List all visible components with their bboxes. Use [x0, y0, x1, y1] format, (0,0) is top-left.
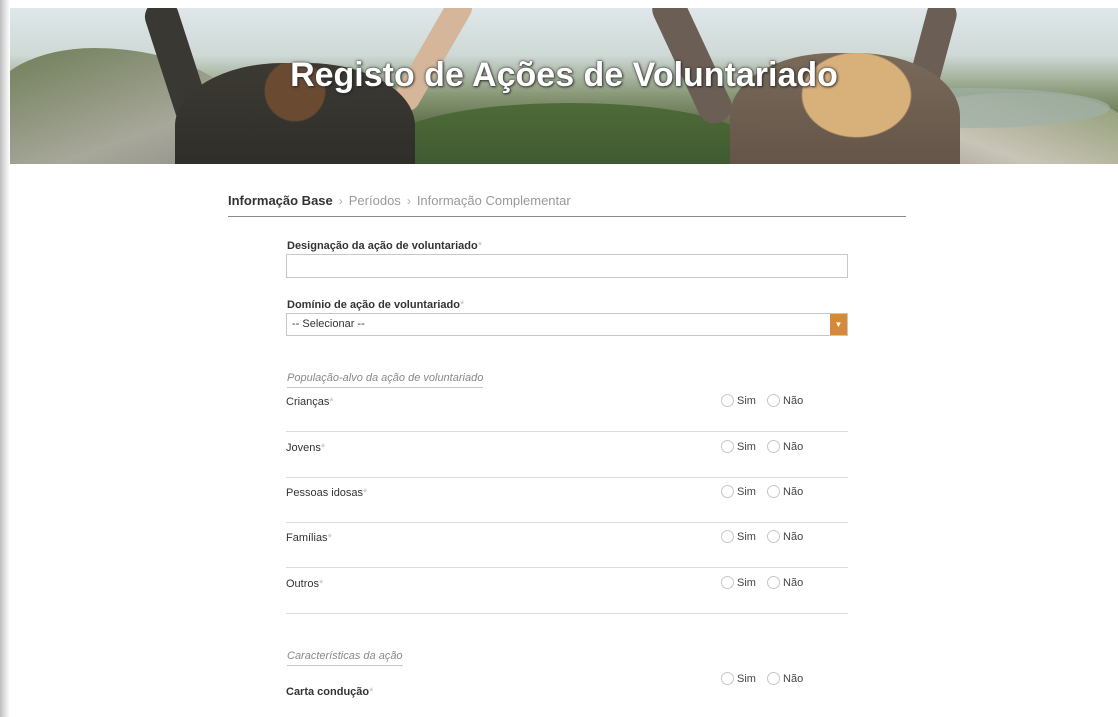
- header-banner: Registo de Ações de Voluntariado: [10, 8, 1118, 164]
- question-label: Jovens*: [286, 442, 326, 454]
- breadcrumb: Informação Base › Períodos › Informação Comp…: [228, 193, 906, 217]
- banner-scenery: [390, 103, 750, 164]
- radio-group: Sim Não: [721, 530, 811, 546]
- populacao-row-criancas: Crianças* Sim Não: [286, 386, 848, 432]
- radio-group: Sim Não: [721, 440, 811, 456]
- radio-sim[interactable]: Sim: [721, 394, 756, 407]
- question-label: Pessoas idosas*: [286, 487, 368, 499]
- window-edge-shadow: [0, 0, 10, 717]
- dominio-selected-value: -- Selecionar --: [292, 318, 365, 330]
- radio-nao[interactable]: Não: [767, 672, 803, 685]
- radio-sim[interactable]: Sim: [721, 672, 756, 685]
- chevron-right-icon: ›: [338, 194, 343, 208]
- designacao-label: Designação da ação de voluntariado*: [287, 240, 482, 252]
- radio-nao[interactable]: Não: [767, 440, 803, 453]
- question-label: Carta condução*: [286, 686, 374, 698]
- dominio-select[interactable]: -- Selecionar -- ▼: [286, 313, 848, 336]
- radio-group: Sim Não: [721, 394, 811, 410]
- radio-nao[interactable]: Não: [767, 485, 803, 498]
- populacao-row-familias: Famílias* Sim Não: [286, 522, 848, 568]
- radio-group: Sim Não: [721, 576, 811, 592]
- chevron-right-icon: ›: [406, 194, 411, 208]
- radio-sim[interactable]: Sim: [721, 530, 756, 543]
- designacao-input[interactable]: [286, 254, 848, 278]
- caracteristicas-row-carta-conducao: Carta condução* Sim Não: [286, 668, 848, 714]
- caracteristicas-section-title: Características da ação: [287, 650, 403, 666]
- page-title: Registo de Ações de Voluntariado: [290, 56, 838, 94]
- radio-nao[interactable]: Não: [767, 530, 803, 543]
- dominio-label-text: Domínio de ação de voluntariado: [287, 299, 460, 311]
- radio-sim[interactable]: Sim: [721, 485, 756, 498]
- step-informacao-base[interactable]: Informação Base: [228, 193, 333, 208]
- radio-group: Sim Não: [721, 485, 811, 501]
- radio-sim[interactable]: Sim: [721, 440, 756, 453]
- populacao-row-jovens: Jovens* Sim Não: [286, 432, 848, 478]
- question-label: Crianças*: [286, 396, 334, 408]
- required-mark: *: [477, 240, 483, 252]
- step-periodos[interactable]: Períodos: [349, 193, 401, 208]
- radio-nao[interactable]: Não: [767, 576, 803, 589]
- question-label: Outros*: [286, 578, 324, 590]
- question-label: Famílias*: [286, 532, 332, 544]
- radio-group: Sim Não: [721, 672, 811, 688]
- required-mark: *: [459, 299, 465, 311]
- designacao-label-text: Designação da ação de voluntariado: [287, 240, 478, 252]
- populacao-row-outros: Outros* Sim Não: [286, 568, 848, 614]
- radio-nao[interactable]: Não: [767, 394, 803, 407]
- chevron-down-icon[interactable]: ▼: [830, 314, 847, 335]
- step-informacao-complementar[interactable]: Informação Complementar: [417, 193, 571, 208]
- populacao-row-pessoas-idosas: Pessoas idosas* Sim Não: [286, 477, 848, 523]
- radio-sim[interactable]: Sim: [721, 576, 756, 589]
- dominio-label: Domínio de ação de voluntariado*: [287, 299, 464, 311]
